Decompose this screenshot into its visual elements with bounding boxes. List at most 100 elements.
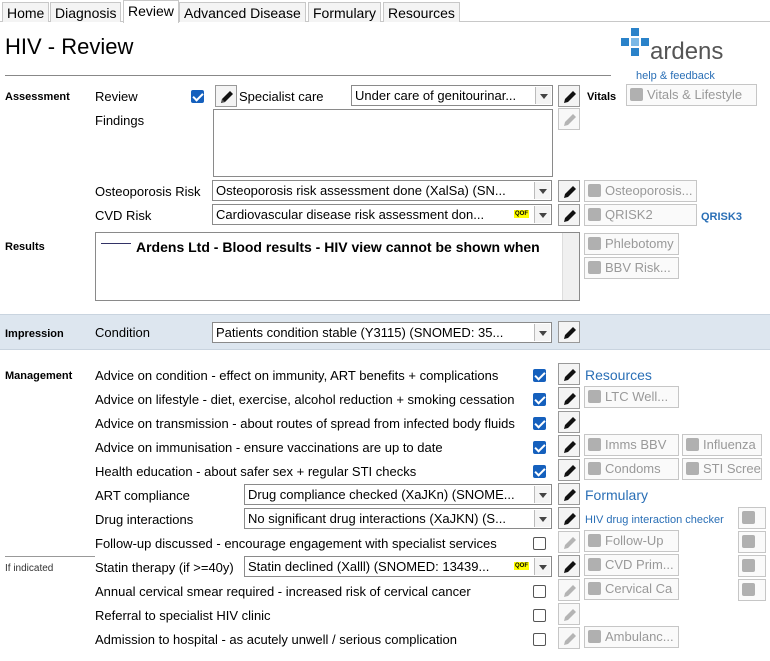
mgmt-row-checkbox[interactable] [533, 369, 546, 382]
referral-checkbox[interactable] [533, 609, 546, 622]
specialist-care-label: Specialist care [239, 89, 324, 104]
ardens-logo-icon [621, 28, 651, 58]
tab-advanced-disease[interactable]: Advanced Disease [179, 2, 306, 22]
mgmt-row-checkbox[interactable] [533, 417, 546, 430]
pencil-icon [564, 369, 576, 381]
pencil-icon [564, 633, 576, 645]
imms-bbv-button[interactable]: Imms BBV [584, 434, 679, 456]
pencil-icon [564, 585, 576, 597]
condition-label: Condition [95, 325, 150, 340]
section-vitals: Vitals [587, 91, 617, 103]
hiv-interaction-checker-link[interactable]: HIV drug interaction checker [585, 514, 724, 526]
osteoporosis-button[interactable]: Osteoporosis... [584, 180, 697, 202]
help-feedback-link[interactable]: help & feedback [636, 70, 715, 82]
cvd-prim-button[interactable]: CVD Prim... [584, 554, 679, 576]
vitals-lifestyle-button[interactable]: Vitals & Lifestyle [626, 84, 757, 106]
pencil-icon [564, 114, 576, 126]
phlebotomy-label: Phlebotomy [605, 236, 674, 251]
syringe-icon [588, 237, 601, 250]
pencil-icon [564, 91, 576, 103]
pencil-icon [564, 417, 576, 429]
mgmt-row-edit-button[interactable] [558, 363, 580, 385]
statin-label: Statin therapy (if >=40y) [95, 560, 234, 575]
specialist-care-edit-button[interactable] [558, 85, 580, 107]
influenza-button[interactable]: Influenza [682, 434, 762, 456]
tab-home[interactable]: Home [2, 2, 50, 22]
smear-edit-button[interactable] [558, 579, 580, 601]
formulary-heading[interactable]: Formulary [585, 487, 648, 503]
mgmt-row-label: Advice on immunisation - ensure vaccinat… [95, 440, 443, 455]
imms-bbv-label: Imms BBV [605, 437, 667, 452]
formulary-side-button-4[interactable] [738, 579, 766, 601]
followup-checkbox[interactable] [533, 537, 546, 550]
art-compliance-edit-button[interactable] [558, 483, 580, 505]
sti-screen-button[interactable]: STI Scree [682, 458, 762, 480]
referral-label: Referral to specialist HIV clinic [95, 608, 271, 623]
section-management: Management [5, 370, 73, 382]
syringe-icon [588, 438, 601, 451]
qrisk2-button[interactable]: QRISK2 [584, 204, 697, 226]
art-compliance-select[interactable]: Drug compliance checked (XaJKn) (SNOME..… [244, 484, 552, 505]
formulary-side-button-1[interactable] [738, 507, 766, 529]
chevron-down-icon [534, 558, 550, 575]
formulary-side-button-2[interactable] [738, 531, 766, 553]
tab-resources[interactable]: Resources [383, 2, 460, 22]
ambulance-label: Ambulanc... [605, 629, 674, 644]
condition-edit-button[interactable] [558, 321, 580, 343]
drug-interactions-select[interactable]: No significant drug interactions (XaJKN)… [244, 508, 552, 529]
admission-edit-button[interactable] [558, 627, 580, 649]
condoms-button[interactable]: Condoms [584, 458, 679, 480]
followup-edit-button[interactable] [558, 531, 580, 553]
qrisk3-link[interactable]: QRISK3 [701, 211, 742, 223]
results-scrollbar[interactable] [562, 233, 579, 300]
pencil-icon [564, 210, 576, 222]
review-edit-button[interactable] [215, 85, 237, 107]
cervical-ca-button[interactable]: Cervical Ca [584, 578, 679, 600]
admission-checkbox[interactable] [533, 633, 546, 646]
bbv-risk-button[interactable]: BBV Risk... [584, 257, 679, 279]
statin-edit-button[interactable] [558, 555, 580, 577]
statin-select[interactable]: Statin declined (Xalll) (SNOMED: 13439..… [244, 556, 552, 577]
resources-heading[interactable]: Resources [585, 367, 652, 383]
cube-icon [742, 583, 755, 596]
ltc-well-button[interactable]: LTC Well... [584, 386, 679, 408]
specialist-care-select[interactable]: Under care of genitourinar... [351, 85, 553, 106]
admission-label: Admission to hospital - as acutely unwel… [95, 632, 458, 647]
tab-formulary[interactable]: Formulary [308, 2, 382, 22]
cube-icon [588, 208, 601, 221]
cvd-label: CVD Risk [95, 208, 152, 223]
art-compliance-label: ART compliance [95, 488, 190, 503]
referral-edit-button[interactable] [558, 603, 580, 625]
smear-checkbox[interactable] [533, 585, 546, 598]
cvd-edit-button[interactable] [558, 204, 580, 226]
mgmt-row-edit-button[interactable] [558, 435, 580, 457]
mgmt-row-checkbox[interactable] [533, 441, 546, 454]
sti-screen-label: STI Scree [703, 461, 761, 476]
osteoporosis-edit-button[interactable] [558, 180, 580, 202]
mgmt-row-checkbox[interactable] [533, 393, 546, 406]
findings-textarea[interactable] [213, 109, 553, 177]
chevron-down-icon [534, 182, 550, 199]
ardens-logo-text: ardens [650, 38, 724, 65]
formulary-side-button-3[interactable] [738, 555, 766, 577]
ambulance-button[interactable]: Ambulanc... [584, 626, 679, 648]
drug-interactions-label: Drug interactions [95, 512, 194, 527]
mgmt-row-edit-button[interactable] [558, 387, 580, 409]
review-checkbox[interactable] [191, 90, 204, 103]
tab-diagnosis[interactable]: Diagnosis [50, 2, 122, 22]
vitals-lifestyle-label: Vitals & Lifestyle [647, 87, 743, 102]
cvd-select[interactable]: Cardiovascular disease risk assessment d… [212, 204, 552, 225]
pencil-icon [564, 465, 576, 477]
condition-select[interactable]: Patients condition stable (Y3115) (SNOME… [212, 322, 552, 343]
mgmt-row-checkbox[interactable] [533, 465, 546, 478]
drug-interactions-edit-button[interactable] [558, 507, 580, 529]
mgmt-row-edit-button[interactable] [558, 411, 580, 433]
qrisk2-label: QRISK2 [605, 207, 653, 222]
mgmt-row-edit-button[interactable] [558, 459, 580, 481]
follow-up-button[interactable]: Follow-Up [584, 530, 679, 552]
osteoporosis-select[interactable]: Osteoporosis risk assessment done (XalSa… [212, 180, 552, 201]
tab-review[interactable]: Review [123, 0, 179, 23]
syringe-icon [686, 438, 699, 451]
findings-edit-button[interactable] [558, 108, 580, 130]
phlebotomy-button[interactable]: Phlebotomy [584, 233, 679, 255]
